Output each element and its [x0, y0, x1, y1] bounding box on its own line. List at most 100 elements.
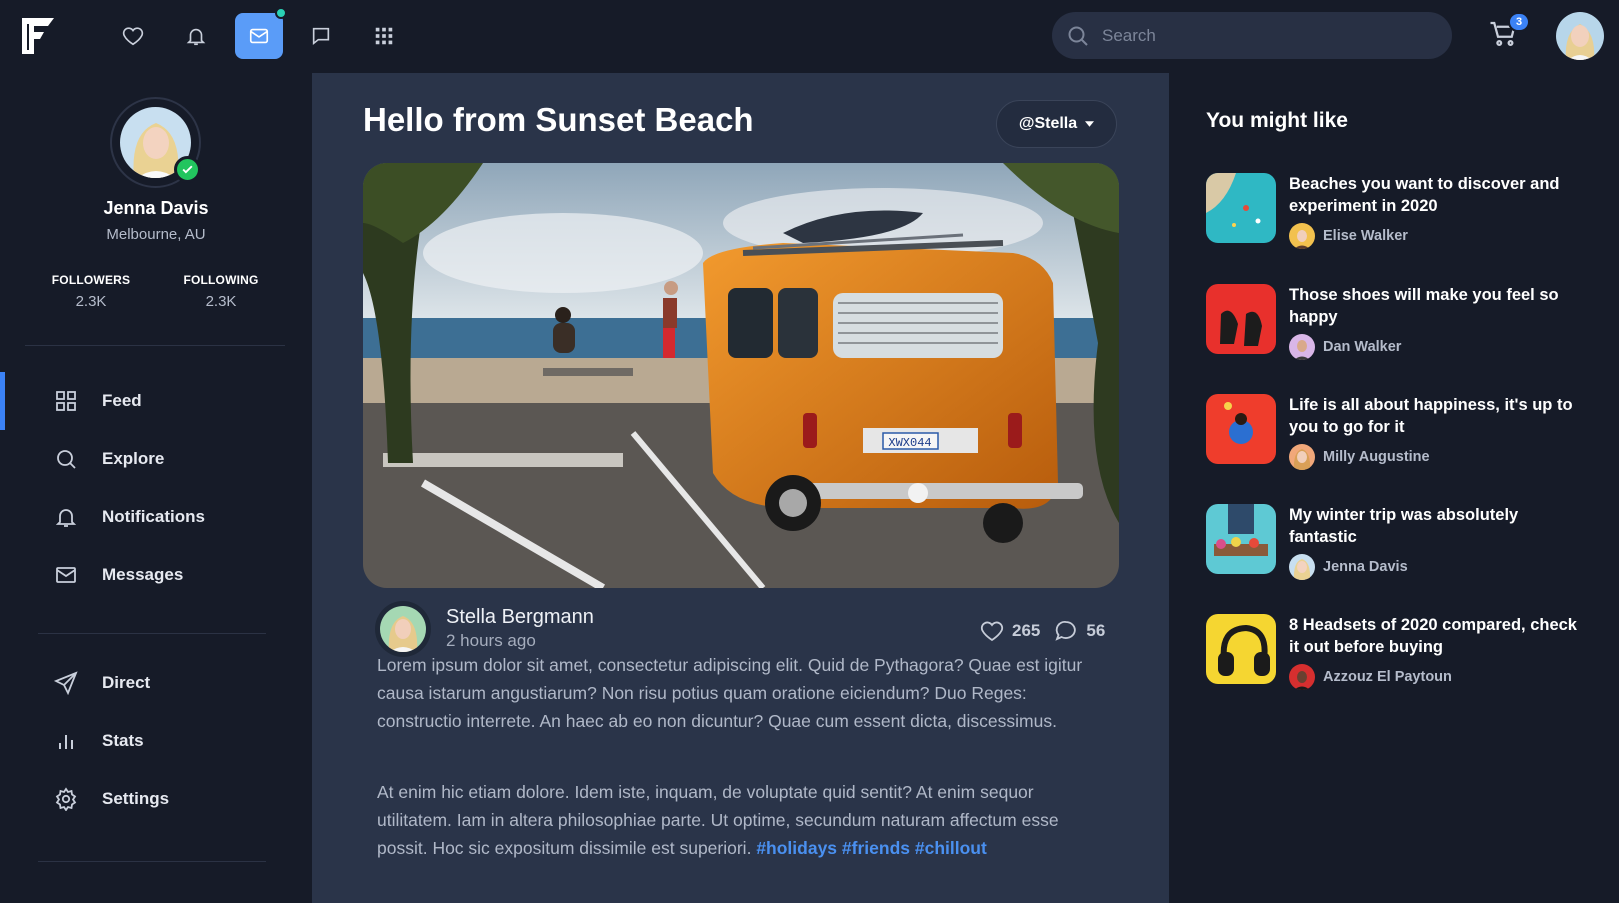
suggestion-author[interactable]: Dan Walker [1289, 334, 1401, 360]
post-reactions: 265 56 [980, 619, 1105, 643]
suggestion-author[interactable]: Milly Augustine [1289, 444, 1430, 470]
sidebar-item-label: Messages [102, 565, 184, 584]
divider [38, 861, 266, 862]
suggestion-title[interactable]: Beaches you want to discover and experim… [1289, 173, 1589, 217]
logo-icon[interactable] [20, 16, 56, 56]
suggestion-item[interactable]: 8 Headsets of 2020 compared, check it ou… [1206, 614, 1596, 694]
divider [25, 345, 285, 346]
suggestions-title: You might like [1206, 109, 1348, 132]
suggestion-item[interactable]: My winter trip was absolutely fantastic … [1206, 504, 1596, 584]
suggestion-thumbnail[interactable] [1206, 394, 1276, 464]
sidebar-item-label: Feed [102, 391, 142, 410]
search-icon [1068, 26, 1088, 46]
cart-button[interactable]: 3 [1488, 12, 1530, 54]
profile-location: Melbourne, AU [106, 226, 206, 243]
suggestion-author[interactable]: Elise Walker [1289, 223, 1408, 249]
suggestion-item[interactable]: Those shoes will make you feel so happy … [1206, 284, 1596, 364]
cart-count-badge: 3 [1508, 12, 1530, 32]
search-icon [57, 450, 76, 469]
mail-icon [56, 567, 76, 583]
grid-icon[interactable] [360, 13, 408, 59]
sidebar-item-notifications[interactable]: Notifications [0, 488, 312, 546]
comment-icon[interactable] [1054, 619, 1078, 643]
author-avatar [1289, 334, 1315, 360]
author-avatar [1289, 554, 1315, 580]
likes-count: 265 [1012, 621, 1041, 640]
suggestion-thumbnail[interactable] [1206, 284, 1276, 354]
unread-dot [275, 7, 287, 19]
caret-down-icon [1085, 121, 1095, 127]
sidebar-item-label: Direct [102, 673, 151, 692]
post-timestamp: 2 hours ago [446, 631, 536, 650]
suggestion-title[interactable]: Those shoes will make you feel so happy [1289, 284, 1589, 328]
bar-chart-icon [59, 735, 73, 749]
left-sidebar: Jenna Davis Melbourne, AU FOLLOWERS 2.3K… [0, 73, 312, 903]
sidebar-item-stats[interactable]: Stats [0, 712, 312, 770]
top-bar: 3 [0, 0, 1619, 73]
suggestion-author[interactable]: Azzouz El Paytoun [1289, 664, 1452, 690]
sidebar-item-feed[interactable]: Feed [0, 372, 312, 430]
heart-icon[interactable] [109, 13, 157, 59]
sidebar-item-messages[interactable]: Messages [0, 546, 312, 604]
user-select-dropdown[interactable]: @Stella [996, 100, 1117, 148]
mail-icon[interactable] [235, 7, 287, 59]
following-count: 2.3K [205, 293, 237, 310]
send-icon [54, 671, 78, 695]
author-name: Jenna Davis [1323, 559, 1408, 575]
sidebar-item-direct[interactable]: Direct [0, 654, 312, 712]
post-author-name[interactable]: Stella Bergmann [446, 606, 594, 629]
suggestion-thumbnail[interactable] [1206, 173, 1276, 243]
followers-stat[interactable]: FOLLOWERS 2.3K [36, 273, 146, 310]
author-avatar [1289, 664, 1315, 690]
suggestion-item[interactable]: Beaches you want to discover and experim… [1206, 173, 1596, 253]
comments-count: 56 [1086, 621, 1106, 640]
bell-icon [55, 509, 77, 527]
grid-icon [56, 391, 76, 411]
author-avatar [1289, 444, 1315, 470]
right-sidebar: You might like Beaches you want to disco… [1169, 73, 1619, 903]
post-title: Hello from Sunset Beach [363, 101, 754, 138]
followers-label: FOLLOWERS [51, 273, 131, 287]
heart-icon[interactable] [980, 619, 1004, 643]
chat-icon[interactable] [297, 13, 345, 59]
sidebar-item-label: Stats [102, 731, 144, 750]
bell-icon[interactable] [172, 13, 220, 59]
svg-text:XWX044: XWX044 [888, 436, 931, 450]
search-input[interactable] [1102, 25, 1422, 46]
suggestion-thumbnail[interactable] [1206, 614, 1276, 684]
suggestion-thumbnail[interactable] [1206, 504, 1276, 574]
post-body-paragraph: Lorem ipsum dolor sit amet, consectetur … [377, 655, 1083, 731]
divider [38, 633, 266, 634]
suggestion-item[interactable]: Life is all about happiness, it's up to … [1206, 394, 1596, 474]
verified-badge-icon [174, 156, 201, 183]
sidebar-item-label: Settings [102, 789, 170, 808]
author-name: Azzouz El Paytoun [1323, 669, 1452, 685]
hashtag-link[interactable]: #holidays [756, 838, 837, 858]
hashtag-link[interactable]: #friends [842, 838, 910, 858]
suggestion-title[interactable]: My winter trip was absolutely fantastic [1289, 504, 1589, 548]
search-bar[interactable] [1052, 12, 1452, 59]
sidebar-item-explore[interactable]: Explore [0, 430, 312, 488]
post-image[interactable]: XWX044 [363, 163, 1119, 588]
author-name: Elise Walker [1323, 228, 1408, 244]
author-avatar[interactable] [375, 601, 431, 657]
suggestion-title[interactable]: Life is all about happiness, it's up to … [1289, 394, 1589, 438]
following-label: FOLLOWING [183, 273, 259, 287]
profile-name: Jenna Davis [103, 198, 209, 218]
sidebar-item-label: Explore [102, 449, 165, 468]
hashtag-link[interactable]: #chillout [915, 838, 987, 858]
author-name: Milly Augustine [1323, 449, 1430, 465]
post-body-paragraph: At enim hic etiam dolore. Idem iste, inq… [377, 778, 1097, 862]
followers-count: 2.3K [75, 293, 107, 310]
post-panel: Hello from Sunset Beach @Stella XWX044 S… [312, 73, 1169, 903]
author-name: Dan Walker [1323, 339, 1402, 355]
gear-icon [55, 787, 77, 811]
suggestion-title[interactable]: 8 Headsets of 2020 compared, check it ou… [1289, 614, 1589, 658]
following-stat[interactable]: FOLLOWING 2.3K [166, 273, 276, 310]
user-select-value: @Stella [1018, 115, 1078, 132]
sidebar-item-settings[interactable]: Settings [0, 770, 312, 828]
sidebar-item-label: Notifications [102, 507, 205, 526]
author-avatar [1289, 223, 1315, 249]
user-avatar[interactable] [1556, 12, 1604, 60]
suggestion-author[interactable]: Jenna Davis [1289, 554, 1408, 580]
